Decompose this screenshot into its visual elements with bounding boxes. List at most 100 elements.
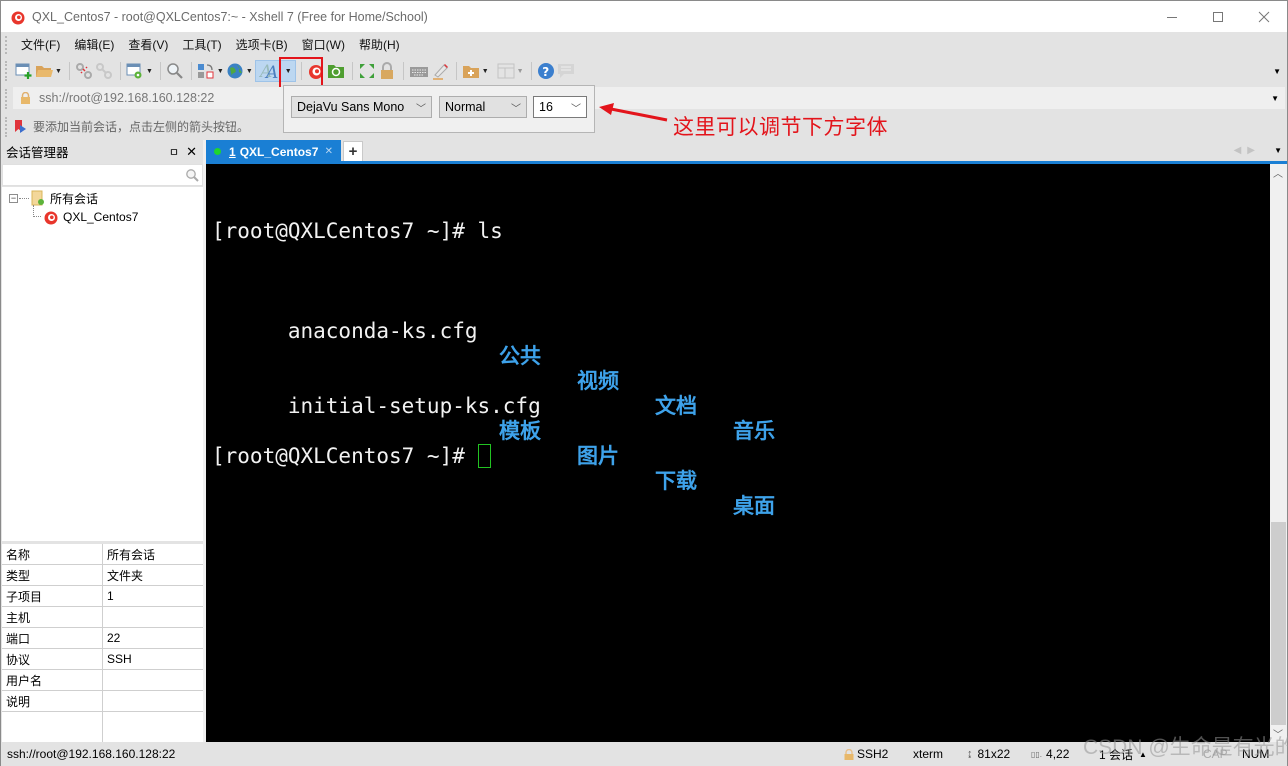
property-row: 端口22 (2, 628, 203, 649)
minimize-button[interactable] (1149, 1, 1195, 32)
xshell-window: QXL_Centos7 - root@QXLCentos7:~ - Xshell… (0, 0, 1288, 766)
chevron-down-icon: ﹀ (416, 100, 426, 115)
xftp-button[interactable] (327, 60, 345, 82)
maximize-button[interactable] (1195, 1, 1241, 32)
globe-button[interactable]: ▼ (226, 60, 253, 82)
terminal-prompt: [root@QXLCentos7 ~]# (212, 444, 478, 468)
session-tree (2, 187, 203, 541)
transfer-button[interactable]: ▼ (197, 60, 224, 82)
layout-button[interactable]: ▼ (497, 60, 524, 82)
folder-icon (30, 190, 46, 206)
new-tab-folder-icon (462, 62, 480, 80)
close-button[interactable] (1241, 1, 1287, 32)
chat-button[interactable] (557, 60, 575, 82)
property-key: 说明 (2, 691, 103, 711)
toolbar-grip[interactable] (5, 61, 8, 81)
keyboard-icon (409, 62, 429, 80)
chevron-down-icon: ﹀ (571, 100, 581, 115)
collapse-icon[interactable]: − (9, 194, 18, 203)
protocol-text: SSH2 (857, 747, 888, 761)
address-dropdown-icon[interactable]: ▼ (1271, 94, 1279, 103)
session-search-input[interactable] (2, 164, 203, 186)
tab-label: QXL_Centos7 (240, 145, 319, 159)
terminal[interactable]: [root@QXLCentos7 ~]# ls anaconda-ks.cfg … (206, 164, 1270, 742)
keyboard-button[interactable] (409, 60, 429, 82)
address-grip[interactable] (5, 89, 8, 109)
terminal-text: initial-setup-ks.cfg (288, 394, 541, 418)
toolbar-overflow-icon[interactable]: ▼ (1273, 67, 1281, 76)
maximize-icon (1212, 11, 1224, 23)
cursor-pos-icon: ▯▯. (1031, 750, 1042, 759)
size-text: 81x22 (978, 747, 1011, 761)
tree-item-session[interactable]: QXL_Centos7 (43, 208, 138, 226)
menu-tab[interactable]: 选项卡(B) (236, 36, 288, 53)
svg-text:?: ? (542, 65, 549, 79)
close-panel-icon[interactable]: ✕ (186, 144, 197, 160)
property-key: 子项目 (2, 586, 103, 606)
new-session-button[interactable] (15, 60, 33, 82)
terminal-line: anaconda-ks.cfg 公共 视频 文档 音乐 (212, 294, 1270, 319)
menu-edit[interactable]: 编辑(E) (74, 36, 114, 53)
tree-item-all-sessions[interactable]: − 所有会话 (9, 189, 98, 207)
toolbar-separator (120, 62, 121, 80)
xshell-session-icon (43, 209, 59, 225)
font-size-select[interactable]: 16 ﹀ (533, 96, 587, 118)
toolbar-separator (456, 62, 457, 80)
hint-text: 要添加当前会话，点击左侧的箭头按钮。 (33, 118, 249, 135)
property-key: 协议 (2, 649, 103, 669)
title-bar: QXL_Centos7 - root@QXLCentos7:~ - Xshell… (1, 1, 1287, 32)
property-row: 主机 (2, 607, 203, 628)
reconnect-button[interactable] (95, 60, 113, 82)
session-properties-icon (126, 62, 144, 80)
terminal-scrollbar[interactable]: ︿ ﹀ (1270, 164, 1287, 742)
pin-icon[interactable]: ㅁ (169, 144, 179, 160)
search-icon[interactable] (185, 168, 199, 182)
new-tab-button[interactable]: + (343, 141, 363, 162)
scroll-up-icon[interactable]: ︿ (1273, 165, 1283, 180)
dropdown-arrow-icon: ▼ (55, 68, 62, 75)
property-key: 用户名 (2, 670, 103, 690)
find-button[interactable] (166, 60, 184, 82)
menu-window[interactable]: 窗口(W) (302, 36, 345, 53)
session-properties-button[interactable]: ▼ (126, 60, 153, 82)
directory-name: 文档 (655, 394, 697, 419)
help-button[interactable]: ? (537, 60, 555, 82)
font-family-select[interactable]: DejaVu Sans Mono ﹀ (291, 96, 432, 118)
new-tab-group-button[interactable]: ▼ (462, 60, 489, 82)
menu-view[interactable]: 查看(V) (128, 36, 168, 53)
tab-close-icon[interactable]: ✕ (325, 146, 333, 157)
menu-help[interactable]: 帮助(H) (359, 36, 400, 53)
menu-grip[interactable] (5, 36, 8, 54)
property-row: 用户名 (2, 670, 203, 691)
menu-bar: 文件(F) 编辑(E) 查看(V) 工具(T) 选项卡(B) 窗口(W) 帮助(… (1, 32, 1287, 57)
cursor-pos-text: 4,22 (1046, 747, 1069, 761)
session-manager-title: 会话管理器 (6, 142, 69, 161)
reconnect-icon (95, 62, 113, 80)
hint-grip[interactable] (5, 117, 8, 137)
fullscreen-button[interactable] (358, 60, 376, 82)
highlight-button[interactable] (431, 60, 449, 82)
scrollbar-thumb[interactable] (1271, 522, 1286, 725)
layout-icon (497, 62, 515, 80)
terminal-text: anaconda-ks.cfg (288, 319, 478, 343)
property-key: 名称 (2, 544, 103, 564)
transfer-icon (197, 62, 215, 80)
minimize-icon (1166, 11, 1178, 23)
menu-tools[interactable]: 工具(T) (182, 36, 221, 53)
tab-list-dropdown-icon[interactable]: ▼ (1274, 146, 1282, 155)
add-session-arrow-icon[interactable] (13, 119, 27, 133)
terminal-text: [root@QXLCentos7 ~]# ls (212, 219, 503, 243)
address-input[interactable]: ssh://root@192.168.160.128:22 (39, 91, 214, 105)
menu-file[interactable]: 文件(F) (21, 36, 60, 53)
property-key: 主机 (2, 607, 103, 627)
font-settings-popup: DejaVu Sans Mono ﹀ Normal ﹀ 16 ﹀ (283, 85, 595, 133)
tab-scroll-arrows-icon[interactable]: ◀▶ (1234, 145, 1261, 156)
disconnect-button[interactable] (75, 60, 93, 82)
lock-button[interactable] (378, 60, 396, 82)
font-style-select[interactable]: Normal ﹀ (439, 96, 527, 118)
open-button[interactable]: ▼ (35, 60, 62, 82)
tree-item-label: QXL_Centos7 (63, 210, 138, 224)
property-row: 协议SSH (2, 649, 203, 670)
find-icon (166, 62, 184, 80)
tab-session-1[interactable]: 1 QXL_Centos7 ✕ (206, 140, 341, 163)
